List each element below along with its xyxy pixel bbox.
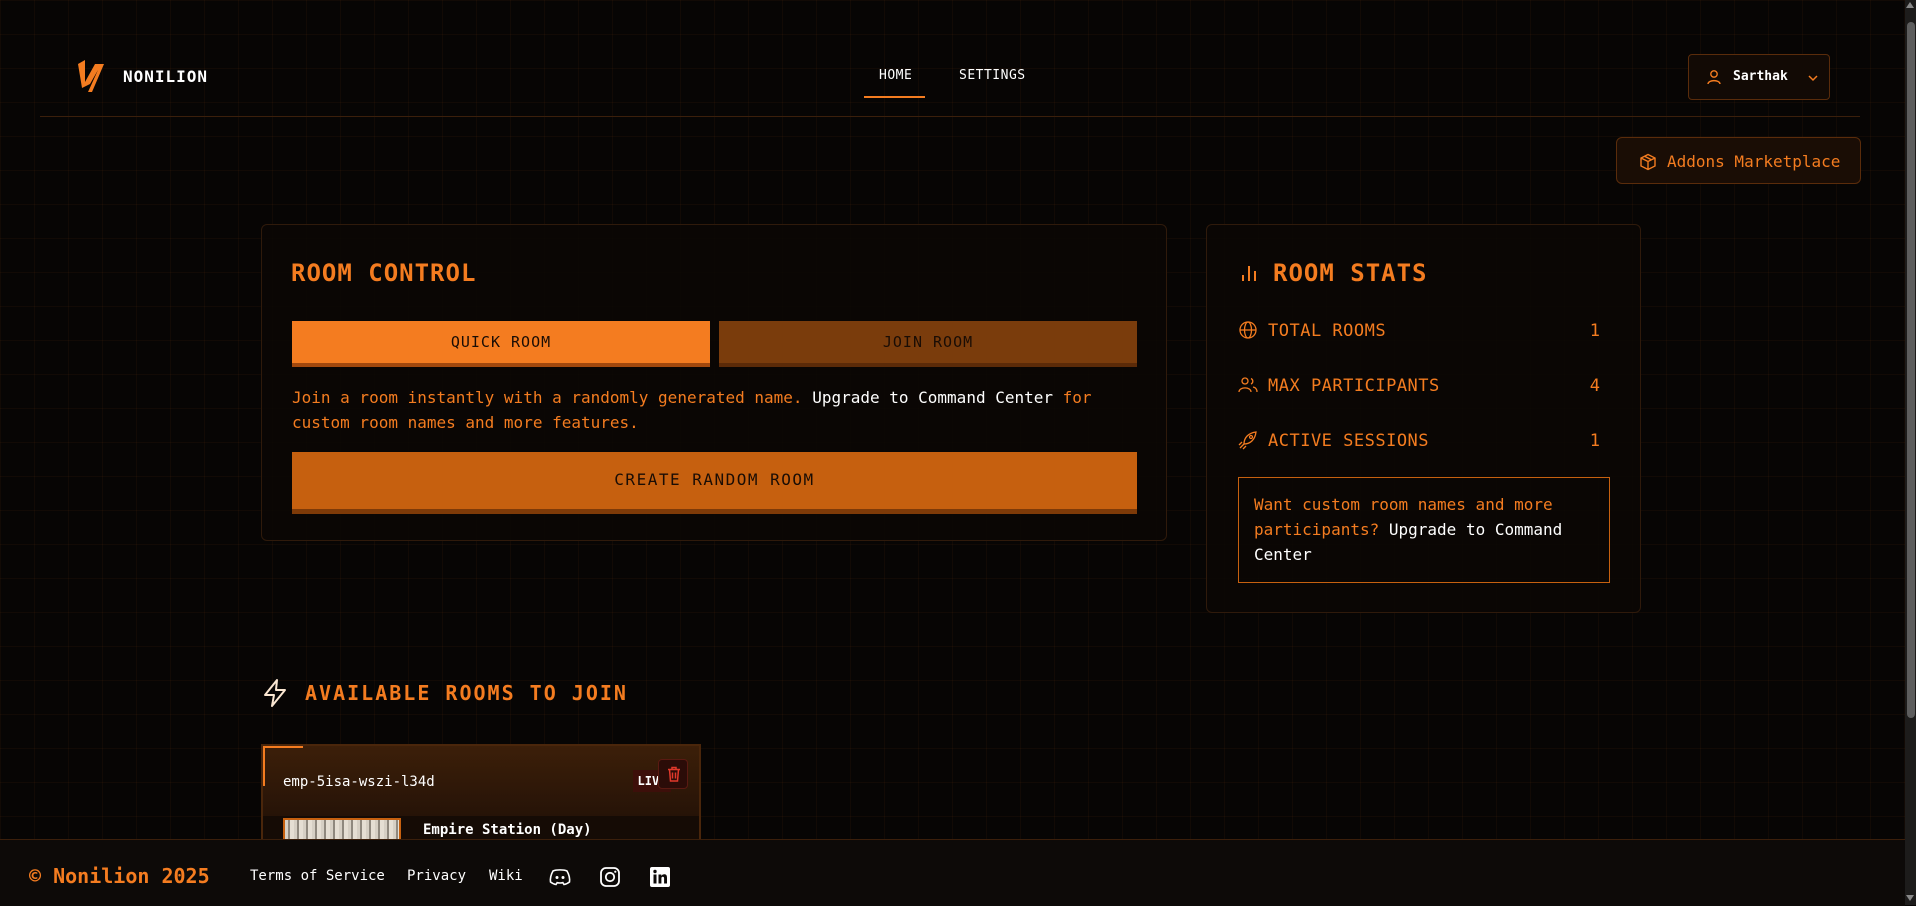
user-name: Sarthak: [1733, 69, 1788, 84]
header-divider: [40, 116, 1860, 117]
user-menu-button[interactable]: Sarthak: [1688, 54, 1830, 100]
package-icon: [1640, 153, 1656, 171]
upgrade-link[interactable]: Upgrade to Command Center: [812, 388, 1053, 407]
addons-marketplace-label: Addons Marketplace: [1667, 152, 1841, 171]
create-random-room-button[interactable]: CREATE RANDOM ROOM: [292, 452, 1137, 514]
upgrade-callout: Want custom room names and more particip…: [1238, 477, 1610, 583]
room-card[interactable]: emp-5isa-wszi-l34d LIVE Empire Station (…: [261, 744, 701, 844]
rocket-icon: [1238, 431, 1257, 450]
nav-settings[interactable]: SETTINGS: [959, 68, 1026, 83]
nav-home[interactable]: HOME: [879, 68, 912, 83]
room-control-title: ROOM CONTROL: [291, 259, 477, 287]
addons-marketplace-button[interactable]: Addons Marketplace: [1616, 137, 1861, 184]
stat-value-max-participants: 4: [1589, 376, 1600, 396]
stat-label-total-rooms: TOTAL ROOMS: [1268, 321, 1387, 341]
linkedin-icon[interactable]: [648, 865, 672, 889]
stat-value-total-rooms: 1: [1589, 321, 1600, 341]
discord-icon[interactable]: [548, 865, 572, 889]
lightning-icon: [264, 679, 286, 707]
scroll-down-arrow-icon[interactable]: [1906, 895, 1914, 901]
user-icon: [1707, 70, 1721, 85]
terms-link[interactable]: Terms of Service: [250, 868, 385, 884]
available-rooms-title: AVAILABLE ROOMS TO JOIN: [305, 681, 628, 705]
room-control-description: Join a room instantly with a randomly ge…: [292, 385, 1142, 435]
stat-value-active-sessions: 1: [1589, 431, 1600, 451]
room-stats-panel: ROOM STATS TOTAL ROOMS 1 MAX PARTICIPANT…: [1206, 224, 1641, 613]
wiki-link[interactable]: Wiki: [489, 868, 523, 884]
globe-icon: [1239, 321, 1257, 339]
footer-copyright: © Nonilion 2025: [29, 864, 210, 888]
trash-icon: [668, 766, 680, 782]
room-name: emp-5isa-wszi-l34d: [283, 774, 435, 790]
privacy-link[interactable]: Privacy: [407, 868, 466, 884]
nonilion-logo-icon[interactable]: [76, 58, 106, 94]
users-icon: [1238, 377, 1258, 393]
scroll-up-arrow-icon[interactable]: [1906, 2, 1914, 8]
quick-room-tab[interactable]: QUICK ROOM: [292, 321, 710, 367]
stat-label-max-participants: MAX PARTICIPANTS: [1268, 376, 1440, 396]
bar-chart-icon: [1242, 266, 1256, 281]
nav-active-underline: [864, 96, 925, 98]
instagram-icon[interactable]: [598, 865, 622, 889]
delete-room-button[interactable]: [658, 759, 688, 789]
room-map-name: Empire Station (Day): [423, 822, 592, 838]
brand-name[interactable]: NONILION: [123, 67, 208, 86]
description-text: Join a room instantly with a randomly ge…: [292, 388, 803, 407]
scrollbar-thumb[interactable]: [1907, 22, 1915, 718]
room-stats-title: ROOM STATS: [1273, 259, 1428, 287]
footer: © Nonilion 2025 Terms of Service Privacy…: [0, 839, 1905, 906]
join-room-tab[interactable]: JOIN ROOM: [719, 321, 1137, 367]
room-control-panel: ROOM CONTROL QUICK ROOM JOIN ROOM Join a…: [261, 224, 1167, 541]
chevron-down-icon: [1808, 75, 1818, 82]
stat-label-active-sessions: ACTIVE SESSIONS: [1268, 431, 1430, 451]
